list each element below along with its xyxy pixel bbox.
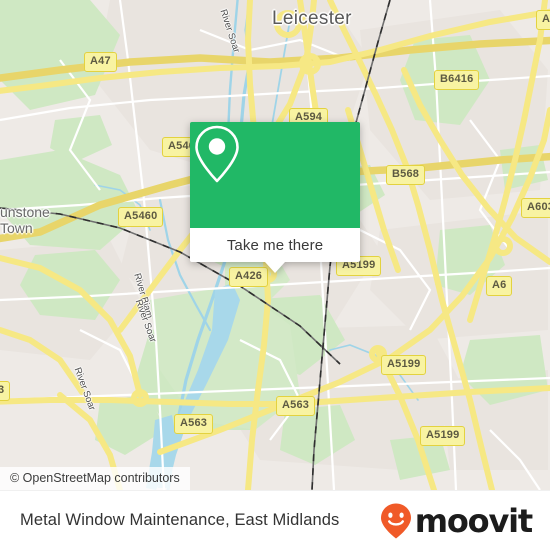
popup-tail xyxy=(265,262,285,273)
moovit-smiley-pin-icon xyxy=(380,503,411,538)
take-me-there-label: Take me there xyxy=(226,236,324,254)
destination-popup[interactable]: Take me there xyxy=(190,122,360,273)
osm-attribution[interactable]: © OpenStreetMap contributors xyxy=(0,467,190,490)
road-shield-a6-top[interactable]: A6 xyxy=(536,10,550,30)
moovit-wordmark: moovit xyxy=(414,501,533,540)
city-label-leicester: Leicester xyxy=(272,8,352,29)
map-page: Leicester unstone Town River Soar River … xyxy=(0,0,550,550)
town-label-line-1: unstone xyxy=(0,204,50,220)
road-shield-a563-east[interactable]: A563 xyxy=(276,396,316,416)
road-shield-a47[interactable]: A47 xyxy=(84,52,117,72)
road-shield-a6030[interactable]: A6030 xyxy=(521,198,550,218)
road-shield-a6[interactable]: A6 xyxy=(486,276,513,296)
map-canvas[interactable]: Leicester unstone Town River Soar River … xyxy=(0,0,550,490)
road-shield-a5199-lower[interactable]: A5199 xyxy=(420,426,466,446)
map-pin-icon xyxy=(195,125,239,183)
road-shield-a426[interactable]: A426 xyxy=(229,267,269,287)
town-label-line-2: Town xyxy=(0,220,33,237)
road-shield-b568[interactable]: B568 xyxy=(386,165,426,185)
popup-icon-area xyxy=(190,122,360,228)
page-title: Metal Window Maintenance, East Midlands xyxy=(20,511,340,529)
road-shield-a5460[interactable]: A5460 xyxy=(118,207,164,227)
road-shield-edge-clipped[interactable]: 3 xyxy=(0,381,11,401)
bottom-bar: Metal Window Maintenance, East Midlands … xyxy=(0,490,550,550)
moovit-logo[interactable]: moovit xyxy=(379,501,533,540)
road-shield-a5199-upper[interactable]: A5199 xyxy=(381,355,427,375)
take-me-there-button[interactable]: Take me there xyxy=(190,228,360,262)
town-label-braunstone: unstone Town xyxy=(0,204,50,236)
road-shield-b6416[interactable]: B6416 xyxy=(434,70,480,90)
road-shield-a563-west[interactable]: A563 xyxy=(174,414,214,434)
